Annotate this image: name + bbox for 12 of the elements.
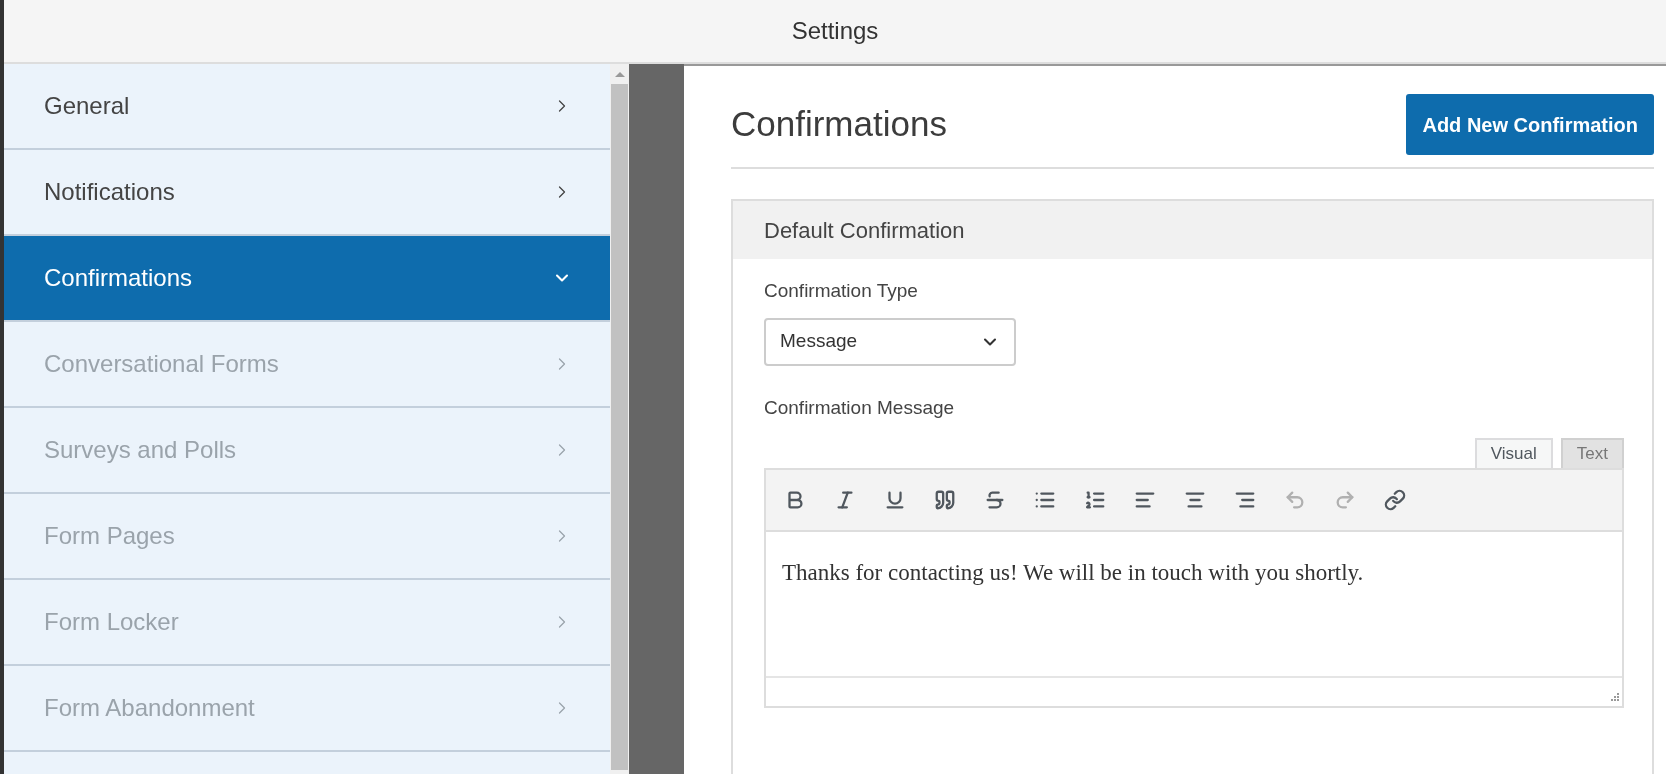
add-new-confirmation-button[interactable]: Add New Confirmation xyxy=(1406,94,1654,155)
page-title: Confirmations xyxy=(731,103,947,146)
card-title: Default Confirmation xyxy=(764,216,965,245)
sidebar-item[interactable]: Confirmations xyxy=(4,236,610,322)
field-label: Confirmation Type xyxy=(764,279,919,303)
confirmation-type-select[interactable]: Message xyxy=(764,317,1016,366)
confirmation-message: Thanks for contacting us! We will be in touch with you shortly. xyxy=(782,559,1365,587)
window-title: Settings xyxy=(791,16,879,46)
resize-handle-icon[interactable] xyxy=(1609,693,1619,703)
editor-tab[interactable]: Visual xyxy=(1474,438,1553,468)
field-label: Confirmation Message xyxy=(764,395,956,420)
editor-tab[interactable]: Text xyxy=(1560,438,1624,468)
